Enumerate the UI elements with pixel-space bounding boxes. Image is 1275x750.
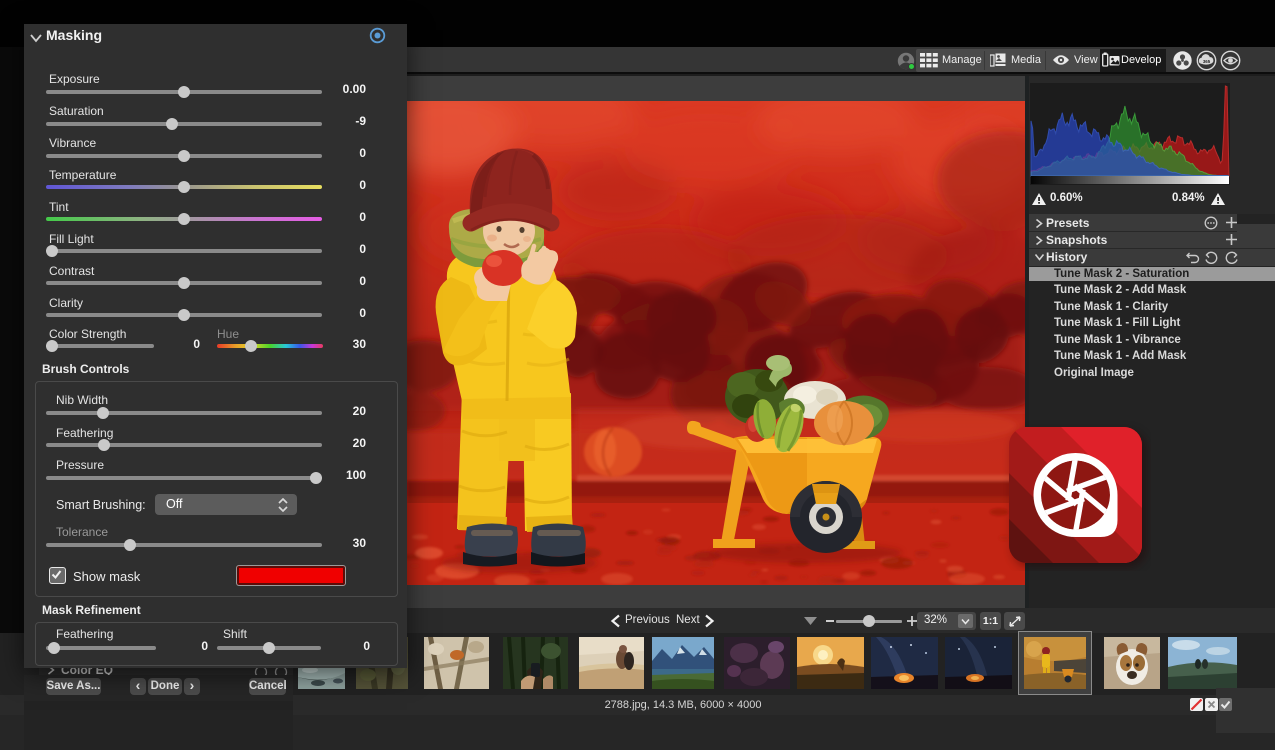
svg-text:365: 365 [1203,59,1211,64]
